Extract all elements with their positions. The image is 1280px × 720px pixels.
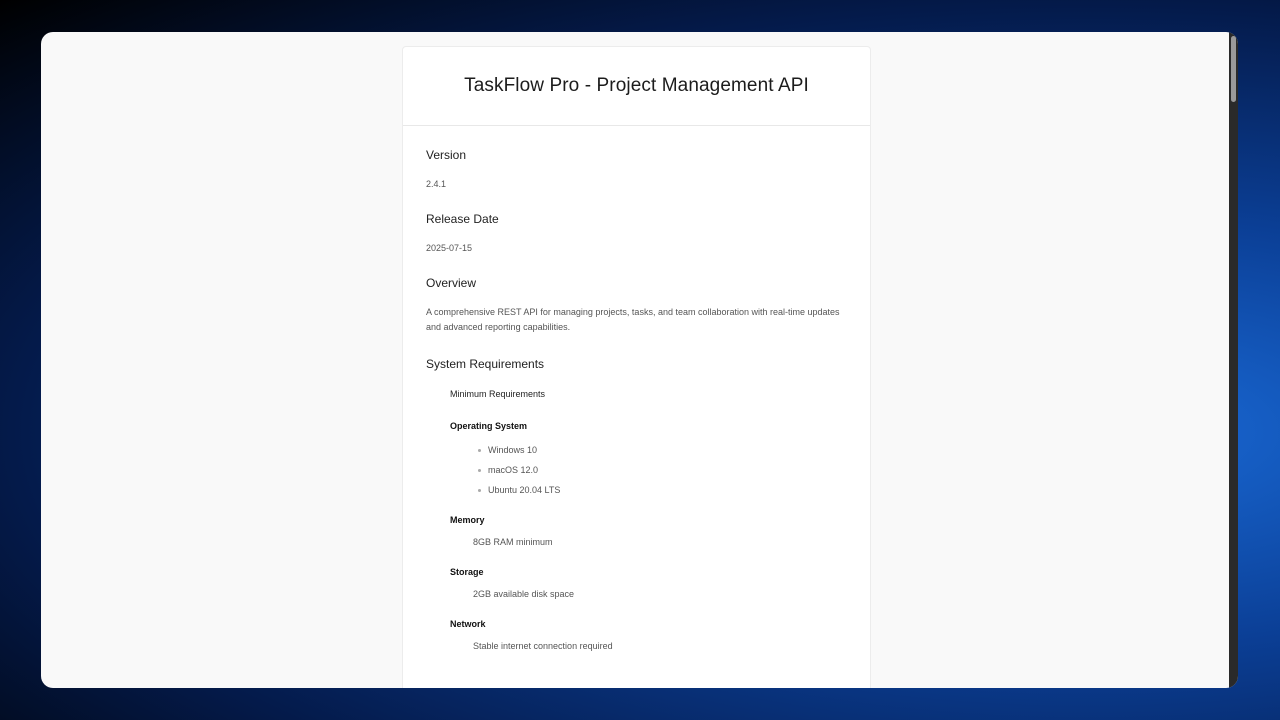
- network-label: Network: [450, 619, 486, 629]
- os-item: Ubuntu 20.04 LTS: [488, 485, 561, 495]
- minimum-requirements-heading: Minimum Requirements: [450, 389, 546, 399]
- os-item: Windows 10: [488, 445, 538, 455]
- os-list: Windows 10 macOS 12.0 Ubuntu 20.04 LTS: [450, 445, 848, 495]
- requirements-list: Minimum Requirements Operating System Wi…: [426, 389, 848, 651]
- list-item: macOS 12.0: [478, 465, 848, 475]
- memory-label: Memory: [450, 515, 485, 525]
- scrollbar-thumb[interactable]: [1231, 36, 1236, 102]
- memory-value: 8GB RAM minimum: [473, 537, 553, 547]
- os-item: macOS 12.0: [488, 465, 539, 475]
- release-date-value: 2025-07-15: [426, 243, 473, 253]
- page-title: TaskFlow Pro - Project Management API: [464, 75, 809, 96]
- overview-text: A comprehensive REST API for managing pr…: [426, 307, 840, 332]
- card-body: Version 2.4.1 Release Date 2025-07-15 Ov…: [403, 126, 870, 651]
- network-value: Stable internet connection required: [473, 641, 613, 651]
- system-requirements-section: System Requirements Minimum Requirements…: [426, 357, 848, 651]
- browser-window: TaskFlow Pro - Project Management API Ve…: [41, 32, 1238, 688]
- version-value: 2.4.1: [426, 179, 447, 189]
- release-date-section: Release Date 2025-07-15: [426, 212, 848, 256]
- bullet-icon: [478, 448, 481, 452]
- bullet-icon: [478, 488, 481, 492]
- network-block: Network Stable internet connection requi…: [450, 619, 848, 651]
- document-card: TaskFlow Pro - Project Management API Ve…: [402, 46, 871, 688]
- version-section: Version 2.4.1: [426, 148, 848, 192]
- bullet-icon: [478, 468, 481, 472]
- memory-block: Memory 8GB RAM minimum: [450, 515, 848, 547]
- list-item: Windows 10: [478, 445, 848, 455]
- system-requirements-label: System Requirements: [426, 357, 545, 371]
- version-label: Version: [426, 148, 467, 162]
- storage-block: Storage 2GB available disk space: [450, 567, 848, 599]
- storage-label: Storage: [450, 567, 484, 577]
- release-date-label: Release Date: [426, 212, 499, 226]
- overview-label: Overview: [426, 276, 477, 290]
- os-block: Operating System Windows 10 macOS 12.0 U…: [450, 421, 848, 495]
- list-item: Ubuntu 20.04 LTS: [478, 485, 848, 495]
- overview-section: Overview A comprehensive REST API for ma…: [426, 276, 848, 335]
- vertical-scrollbar[interactable]: [1229, 32, 1238, 688]
- card-header: TaskFlow Pro - Project Management API: [403, 47, 870, 126]
- os-label: Operating System: [450, 421, 528, 431]
- storage-value: 2GB available disk space: [473, 589, 575, 599]
